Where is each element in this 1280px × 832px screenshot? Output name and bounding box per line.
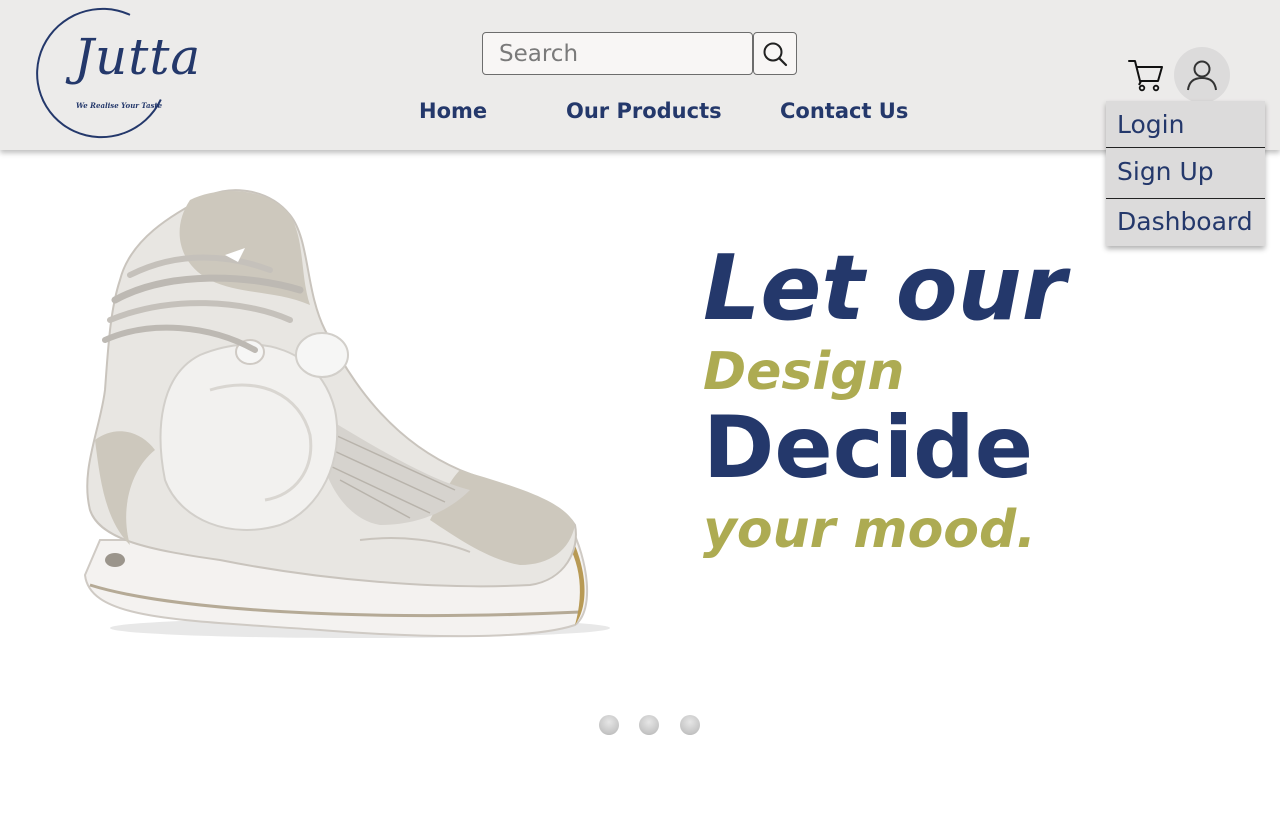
nav-our-products[interactable]: Our Products xyxy=(566,99,722,123)
carousel-dot-1[interactable] xyxy=(599,715,619,735)
menu-item-sign-up[interactable]: Sign Up xyxy=(1106,148,1265,195)
hero-line-2: Design xyxy=(703,342,905,402)
account-dropdown: Login Sign Up Dashboard xyxy=(1106,101,1265,246)
menu-item-dashboard[interactable]: Dashboard xyxy=(1106,198,1265,245)
sneaker-image xyxy=(83,189,610,638)
search-icon xyxy=(763,42,788,66)
nav-home[interactable]: Home xyxy=(419,99,487,123)
hero-line-4: your mood. xyxy=(703,500,1036,560)
cart-button[interactable] xyxy=(1127,57,1165,93)
search-input[interactable] xyxy=(482,32,753,75)
site-header: Jutta We Realise Your Taste Home Our Pro… xyxy=(0,0,1280,157)
brand-tagline: We Realise Your Taste xyxy=(76,101,163,110)
account-button[interactable] xyxy=(1174,47,1230,103)
nav-contact-us[interactable]: Contact Us xyxy=(780,99,908,123)
carousel-dot-3[interactable] xyxy=(680,715,700,735)
brand-logo[interactable]: Jutta We Realise Your Taste xyxy=(17,0,206,157)
brand-name: Jutta xyxy=(74,28,202,86)
user-icon xyxy=(1187,60,1217,91)
carousel-dot-2[interactable] xyxy=(639,715,659,735)
search-button[interactable] xyxy=(753,32,797,75)
hero-line-3: Decide xyxy=(703,398,1034,498)
cart-icon xyxy=(1128,60,1163,92)
hero-line-1: Let our xyxy=(703,236,1067,341)
menu-item-login[interactable]: Login xyxy=(1106,101,1265,148)
